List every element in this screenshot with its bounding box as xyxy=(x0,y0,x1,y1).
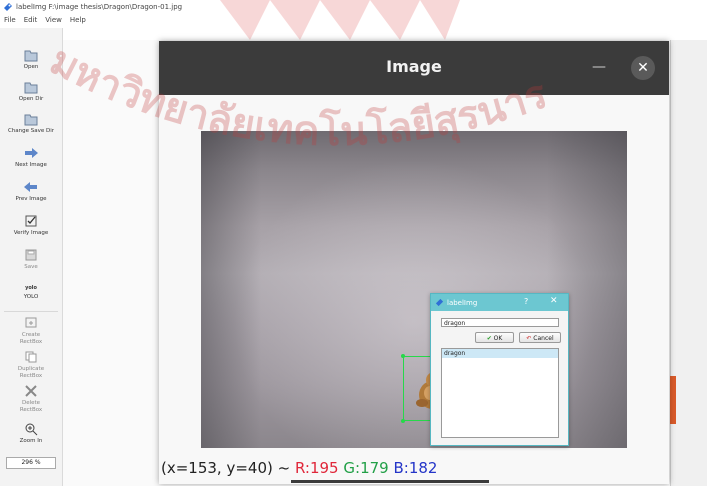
next-image-button[interactable]: Next Image xyxy=(0,146,62,169)
ok-button[interactable]: ✔ OK xyxy=(475,332,514,343)
folder-open-icon xyxy=(24,50,38,62)
prev-image-label: Prev Image xyxy=(15,196,47,202)
open-dir-button[interactable]: Open Dir xyxy=(0,80,62,103)
verify-image-button[interactable]: Verify Image xyxy=(0,214,62,237)
image-viewer-body: (x=153, y=40) ~ R:195 G:179 B:182 xyxy=(159,95,669,484)
cancel-label: Cancel xyxy=(533,335,554,342)
duplicate-rectbox-button[interactable]: Duplicate RectBox xyxy=(0,350,62,380)
window-titlebar: labelImg F:\image thesis\Dragon\Dragon-0… xyxy=(0,0,707,14)
dock-accent-bar xyxy=(670,376,676,424)
checkbox-icon xyxy=(25,215,37,227)
duplicate-icon xyxy=(25,351,37,363)
open-button[interactable]: Open xyxy=(0,48,62,71)
menu-edit[interactable]: Edit xyxy=(24,16,38,24)
green-value: G:179 xyxy=(343,459,389,477)
change-save-dir-label: Change Save Dir xyxy=(7,128,55,134)
folder-open-icon xyxy=(24,82,38,94)
dialog-close-button[interactable]: ✕ xyxy=(550,296,558,306)
duplicate-rectbox-label: Duplicate RectBox xyxy=(17,366,45,379)
image-viewer-header: Image — ✕ xyxy=(159,41,669,95)
bbox-handle-bottom-left[interactable] xyxy=(401,419,405,423)
save-icon xyxy=(25,249,37,261)
arrow-right-icon xyxy=(25,148,38,158)
delete-icon xyxy=(25,385,37,397)
cancel-button[interactable]: ↶ Cancel xyxy=(519,332,561,343)
window-title: labelImg F:\image thesis\Dragon\Dragon-0… xyxy=(16,3,183,11)
yolo-format-icon: yolo xyxy=(25,285,37,291)
menu-file[interactable]: File xyxy=(4,16,16,24)
folder-open-icon xyxy=(24,114,38,126)
delete-rectbox-button[interactable]: Delete RectBox xyxy=(0,384,62,414)
left-toolbar: Open Open Dir Change Save Dir Next Image… xyxy=(0,28,63,486)
pixel-info-readout: (x=153, y=40) ~ R:195 G:179 B:182 xyxy=(161,459,437,477)
label-dialog: labelImg ? ✕ dragon ✔ OK ↶ Cancel dragon xyxy=(430,293,569,446)
minimize-button[interactable]: — xyxy=(591,59,607,75)
create-rectbox-button[interactable]: Create RectBox xyxy=(0,316,62,346)
horizontal-scrollbar[interactable] xyxy=(291,480,489,483)
labelimg-app-icon xyxy=(435,298,444,307)
open-dir-label: Open Dir xyxy=(18,96,44,102)
menu-help[interactable]: Help xyxy=(70,16,86,24)
bbox-handle-top-left[interactable] xyxy=(401,354,405,358)
check-icon: ✔ xyxy=(486,335,494,342)
menu-bar: File Edit View Help xyxy=(0,14,164,26)
menu-view[interactable]: View xyxy=(45,16,62,24)
create-rectbox-icon xyxy=(25,317,37,328)
zoom-in-button[interactable]: Zoom In xyxy=(0,422,62,445)
yolo-label: YOLO xyxy=(23,294,39,300)
image-viewer-window: Image — ✕ (x=153, y=40) ~ R:195 G:179 B:… xyxy=(159,41,669,484)
zoom-value-field[interactable]: 296 % xyxy=(6,457,56,469)
zoom-in-label: Zoom In xyxy=(19,438,43,444)
ok-label: OK xyxy=(493,335,503,342)
label-input[interactable]: dragon xyxy=(441,318,559,327)
toolbar-divider xyxy=(4,311,58,312)
red-value: R:195 xyxy=(294,459,339,477)
change-save-dir-button[interactable]: Change Save Dir xyxy=(0,112,62,135)
label-list[interactable]: dragon xyxy=(441,348,559,438)
cursor-position-text: (x=153, y=40) ~ xyxy=(161,459,295,477)
save-label: Save xyxy=(24,264,38,270)
blue-value: B:182 xyxy=(393,459,438,477)
photo-shade-left xyxy=(201,131,261,448)
dialog-title: labelImg xyxy=(447,298,478,307)
prev-image-button[interactable]: Prev Image xyxy=(0,180,62,203)
list-item[interactable]: dragon xyxy=(442,349,558,358)
arrow-left-icon xyxy=(24,182,37,192)
create-rectbox-label: Create RectBox xyxy=(19,332,43,345)
labelimg-app-icon xyxy=(4,3,12,11)
save-button[interactable]: Save xyxy=(0,248,62,271)
dialog-titlebar: labelImg xyxy=(431,294,568,311)
zoom-in-icon xyxy=(25,423,38,436)
delete-rectbox-label: Delete RectBox xyxy=(19,400,43,413)
open-label: Open xyxy=(23,64,39,70)
next-image-label: Next Image xyxy=(15,162,47,168)
verify-image-label: Verify Image xyxy=(13,230,49,236)
close-button[interactable]: ✕ xyxy=(631,56,655,80)
yolo-format-button[interactable]: yolo YOLO xyxy=(0,282,62,301)
help-button[interactable]: ? xyxy=(524,297,528,306)
